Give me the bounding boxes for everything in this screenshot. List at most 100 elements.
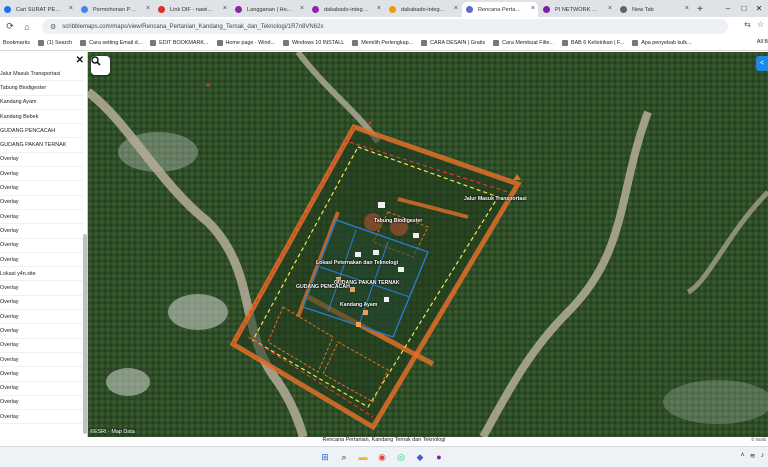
layer-list: Jalur Masuk Transportasi Tabung Biodigest…: [0, 67, 84, 425]
layer-item[interactable]: Kandang Bebek: [0, 110, 84, 125]
bookmark-item[interactable]: Cara setting Email d...: [80, 40, 142, 46]
tab-1[interactable]: Permohonan Penerbitan ×: [77, 2, 153, 17]
bookmark-favicon-icon: [421, 40, 428, 46]
layer-item[interactable]: Overlay: [0, 253, 84, 268]
bookmark-item[interactable]: Cara Membuat Filte...: [493, 40, 554, 46]
map-search-button[interactable]: [91, 56, 110, 75]
bookmark-label: CARA DESAIN | Gratis: [430, 40, 486, 46]
layer-item[interactable]: Overlay: [0, 296, 84, 311]
close-window-icon[interactable]: ✕: [753, 2, 765, 14]
volume-icon[interactable]: ♪: [761, 452, 765, 460]
tab-5[interactable]: dakabado-integrated ×: [385, 2, 461, 17]
bookmark-star-icon[interactable]: ☆: [757, 20, 764, 29]
translate-icon[interactable]: ⇆: [744, 20, 751, 29]
layer-item[interactable]: Overlay: [0, 310, 84, 325]
layer-item[interactable]: Lokasi y4n.site: [0, 267, 84, 282]
search-taskbar-icon[interactable]: ⌕: [337, 450, 351, 464]
layer-item[interactable]: Overlay: [0, 224, 84, 239]
bookmark-label: Memilih Perlengkap...: [361, 40, 414, 46]
chevron-up-icon[interactable]: ˄: [741, 452, 745, 460]
file-explorer-icon[interactable]: ▬: [356, 450, 370, 464]
bookmark-item[interactable]: Memilih Perlengkap...: [352, 40, 413, 46]
layer-item[interactable]: Overlay: [0, 410, 84, 425]
sidebar-scrollbar[interactable]: [83, 234, 87, 434]
bookmark-label: Home page - Wind...: [225, 40, 275, 46]
layer-item[interactable]: Overlay: [0, 196, 84, 210]
layer-item[interactable]: Overlay: [0, 281, 84, 296]
label-kandang-ayam[interactable]: Kandang Ayam: [340, 302, 377, 308]
layer-item[interactable]: Overlay: [0, 167, 84, 182]
layer-item[interactable]: Overlay: [0, 153, 84, 168]
close-tab-icon[interactable]: ×: [377, 5, 381, 12]
layer-item[interactable]: Overlay: [0, 324, 84, 339]
label-gudang-pencacah[interactable]: GUDANG PENCACAH: [296, 284, 350, 290]
map-canvas[interactable]: [88, 52, 768, 437]
layer-item[interactable]: GUDANG PAKAN TERNAK: [0, 138, 84, 153]
bookmark-item[interactable]: CARA DESAIN | Gratis: [421, 40, 485, 46]
all-bookmarks[interactable]: All B: [757, 39, 768, 45]
bookmarks-label[interactable]: Bookmarks: [3, 40, 30, 46]
layer-item[interactable]: Overlay: [0, 181, 84, 196]
bookmark-item[interactable]: Home page - Wind...: [216, 40, 275, 46]
share-icon[interactable]: <: [756, 56, 768, 71]
app-icon[interactable]: ◆: [413, 450, 427, 464]
tab-favicon-icon: [158, 6, 165, 13]
layer-item[interactable]: Overlay: [0, 339, 84, 353]
close-tab-icon[interactable]: ×: [531, 5, 535, 12]
close-tab-icon[interactable]: ×: [608, 5, 612, 12]
close-tab-icon[interactable]: ×: [69, 5, 73, 12]
close-sidebar-icon[interactable]: ✕: [76, 55, 84, 66]
tab-3[interactable]: Langganan | Hosting ×: [231, 2, 307, 17]
tab-2[interactable]: Link DIF - nawipayer ×: [154, 2, 230, 17]
start-icon[interactable]: ⊞: [318, 450, 332, 464]
home-icon[interactable]: ⌂: [20, 20, 34, 34]
tab-6[interactable]: Rencana Pertanian, K ×: [462, 2, 538, 17]
browser-toolbar: ⟳ ⌂ ⚙ scribblemaps.com/maps/view/Rencana…: [0, 17, 768, 36]
tab-0[interactable]: Cari SURAT PERMOHON ×: [0, 2, 76, 17]
wifi-icon[interactable]: ≋: [750, 452, 756, 460]
layer-item[interactable]: Jalur Masuk Transportasi: [0, 67, 84, 82]
new-tab-button[interactable]: +: [693, 2, 707, 17]
minimize-icon[interactable]: –: [722, 2, 734, 14]
taskbar: ⊞ ⌕ ▬ ◉ ◎ ◆ ● ˄ ≋ ♪: [0, 446, 768, 467]
bookmark-label: Cara Membuat Filte...: [502, 40, 554, 46]
layer-item[interactable]: Overlay: [0, 239, 84, 253]
address-bar[interactable]: ⚙ scribblemaps.com/maps/view/Rencana_Per…: [42, 19, 728, 34]
bookmark-favicon-icon: [561, 40, 568, 46]
bookmark-item[interactable]: Windows 10 INSTALL: [282, 40, 345, 46]
layer-item[interactable]: Kandang Ayam: [0, 96, 84, 110]
label-lokasi[interactable]: Lokasi Peternakan dan Teknologi: [316, 260, 398, 266]
close-tab-icon[interactable]: ×: [300, 5, 304, 12]
bookmark-item[interactable]: BAB 6 Kelistrikan | F...: [561, 40, 624, 46]
whatsapp-icon[interactable]: ◎: [394, 450, 408, 464]
layer-item[interactable]: GUDANG PENCACAH: [0, 124, 84, 139]
bookmark-item[interactable]: EDIT BOOKMARK...: [150, 40, 209, 46]
close-tab-icon[interactable]: ×: [146, 5, 150, 12]
layer-item[interactable]: Tabung Biodigester: [0, 81, 84, 96]
tab-8[interactable]: New Tab ×: [616, 2, 692, 17]
layer-item[interactable]: Overlay: [0, 382, 84, 396]
site-info-icon[interactable]: ⚙: [50, 23, 56, 31]
bookmark-label: Windows 10 INSTALL: [291, 40, 345, 46]
tab-label: Link DIF - nawipayer: [170, 6, 216, 13]
maximize-icon[interactable]: □: [738, 2, 750, 14]
layer-item[interactable]: Overlay: [0, 367, 84, 382]
close-tab-icon[interactable]: ×: [223, 5, 227, 12]
tab-favicon-icon: [389, 6, 396, 13]
close-tab-icon[interactable]: ×: [685, 5, 689, 12]
close-tab-icon[interactable]: ×: [454, 5, 458, 12]
label-jalur[interactable]: Jalur Masuk Transportasi: [464, 196, 527, 202]
chrome-icon[interactable]: ◉: [375, 450, 389, 464]
tab-4[interactable]: dakabado-integrated ×: [308, 2, 384, 17]
reload-icon[interactable]: ⟳: [3, 20, 17, 34]
map-attribution: ©ESRI · Map Data: [90, 429, 135, 435]
tab-7[interactable]: PI NETWORK & GOO ×: [539, 2, 615, 17]
layer-item[interactable]: Overlay: [0, 210, 84, 225]
media-icon[interactable]: ●: [432, 450, 446, 464]
layer-item[interactable]: Overlay: [0, 353, 84, 368]
label-biodigester[interactable]: Tabung Biodigester: [374, 218, 422, 224]
bookmark-item[interactable]: (1) Search: [37, 40, 72, 46]
layer-item[interactable]: Overlay: [0, 396, 84, 411]
satellite-map[interactable]: Jalur Masuk Transportasi Tabung Biodiges…: [88, 52, 768, 437]
bookmark-item[interactable]: Apa penyebab kulk...: [632, 40, 692, 46]
